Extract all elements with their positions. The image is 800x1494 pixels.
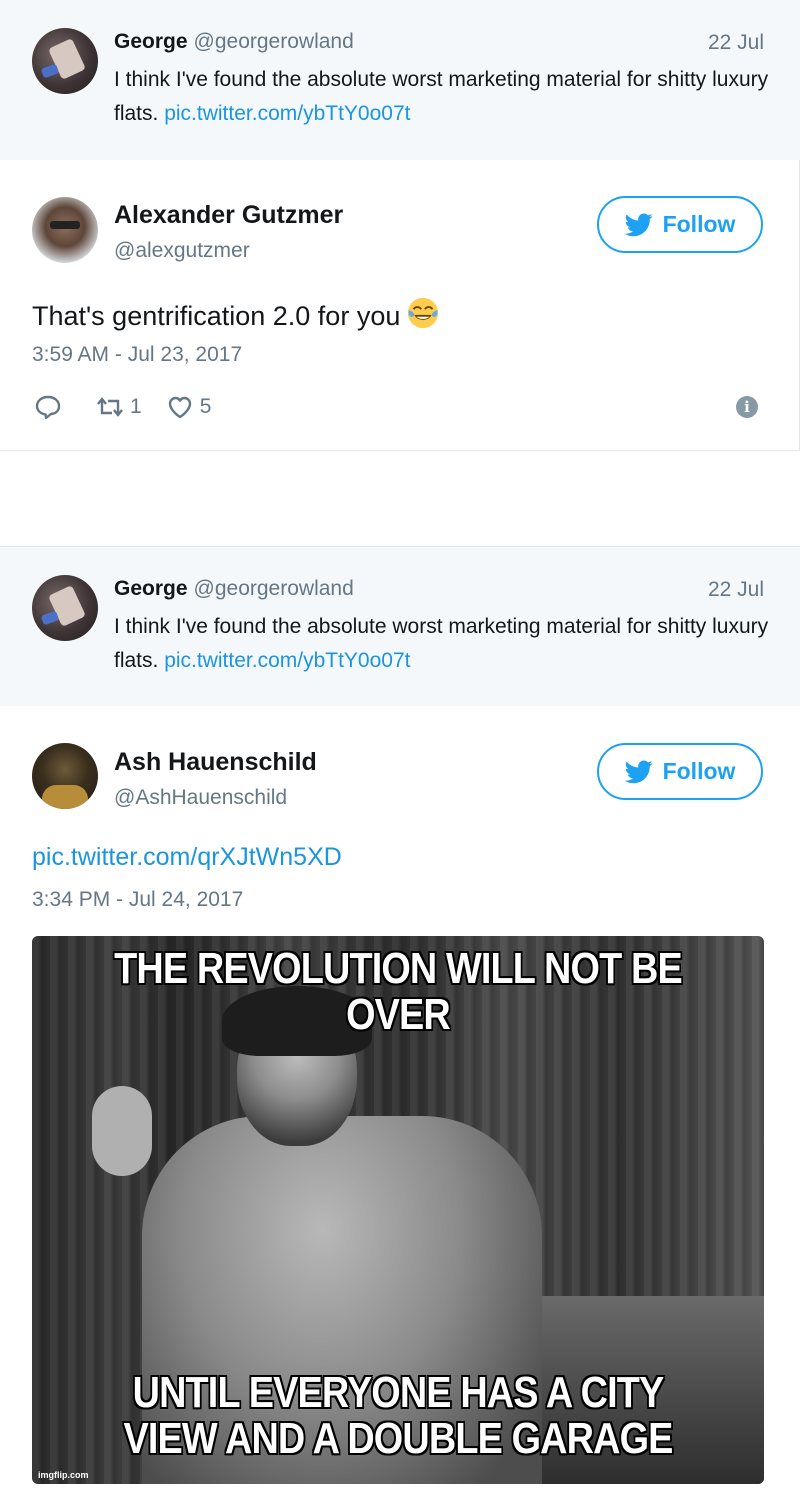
quoted-tweet-header: George @georgerowland [114,30,354,54]
retweet-icon [97,397,123,417]
retweet-count: 1 [130,395,142,418]
follow-button[interactable]: Follow [597,196,763,253]
meme-image[interactable]: THE REVOLUTION WILL NOT BE OVER UNTIL EV… [32,936,764,1484]
tweet-date[interactable]: 22 Jul [708,578,764,602]
follow-label: Follow [662,758,736,784]
author-name[interactable]: Ash Hauenschild [114,748,317,777]
author-name[interactable]: Alexander Gutzmer [114,201,343,230]
avatar[interactable] [32,197,98,263]
quoted-tweet-1[interactable]: George @georgerowland 22 Jul I think I've… [0,0,800,160]
tweet-timestamp[interactable]: 3:34 PM - Jul 24, 2017 [32,888,243,912]
like-action[interactable]: 5 [166,394,212,420]
author-handle[interactable]: @georgerowland [194,577,354,600]
author-handle[interactable]: @AshHauenschild [114,786,287,810]
author-handle[interactable]: @alexgutzmer [114,239,250,263]
meme-bottom-line-1: UNTIL EVERYONE HAS A CITY [132,1368,665,1417]
twitter-bird-icon [624,212,653,236]
follow-button[interactable]: Follow [597,743,763,800]
heart-icon [168,396,191,419]
pic-link[interactable]: pic.twitter.com/qrXJtWn5XD [32,843,342,872]
avatar[interactable] [32,28,98,94]
meme-figure-hand [92,1086,152,1176]
quoted-tweet-2[interactable]: George @georgerowland 22 Jul I think I've… [0,546,800,706]
meme-bottom-line-2: VIEW AND A DOUBLE GARAGE [123,1414,673,1463]
pic-link[interactable]: pic.twitter.com/ybTtY0o07t [164,102,410,125]
tweet-body: That's gentrification 2.0 for you [32,301,401,331]
avatar[interactable] [32,743,98,809]
meme-bottom-caption: UNTIL EVERYONE HAS A CITY VIEW AND A DOU… [83,1370,713,1462]
tweet-timestamp[interactable]: 3:59 AM - Jul 23, 2017 [32,343,242,367]
like-count: 5 [199,395,212,418]
avatar[interactable] [32,575,98,641]
tweet-date[interactable]: 22 Jul [708,31,764,55]
retweet-action[interactable]: 1 [96,394,142,420]
pic-link[interactable]: pic.twitter.com/ybTtY0o07t [164,649,410,672]
meme-watermark: imgflip.com [38,1470,89,1480]
follow-label: Follow [662,211,736,237]
info-icon[interactable]: i [736,396,758,418]
quoted-tweet-header: George @georgerowland [114,577,354,601]
meme-top-caption: THE REVOLUTION WILL NOT BE OVER [114,944,683,1039]
reply-action[interactable] [34,394,62,420]
tears-of-joy-emoji-icon [408,297,439,329]
tweet-text: That's gentrification 2.0 for you [32,296,440,332]
author-name[interactable]: George [114,577,188,600]
tweet-text: I think I've found the absolute worst ma… [114,63,774,131]
author-handle[interactable]: @georgerowland [194,30,354,53]
reply-icon [35,395,61,420]
tweet-text: I think I've found the absolute worst ma… [114,610,774,678]
twitter-bird-icon [624,759,653,783]
tweet-actions: 1 5 [34,392,211,422]
author-name[interactable]: George [114,30,188,53]
